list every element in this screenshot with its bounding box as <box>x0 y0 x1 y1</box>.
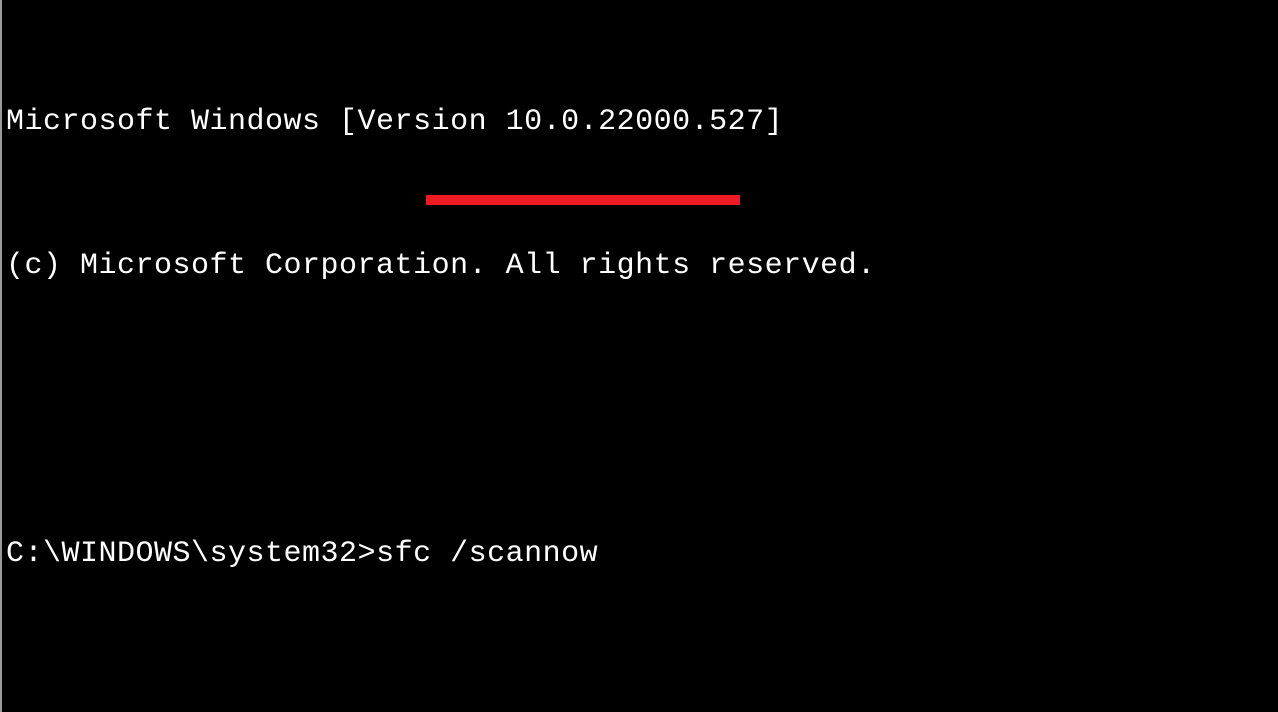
windows-version-line: Microsoft Windows [Version 10.0.22000.52… <box>6 98 1278 146</box>
command-input[interactable]: sfc /scannow <box>376 537 598 571</box>
red-underline-annotation <box>426 195 740 205</box>
terminal-output[interactable]: Microsoft Windows [Version 10.0.22000.52… <box>6 2 1278 626</box>
blank-line <box>6 386 1278 434</box>
command-prompt-line[interactable]: C:\WINDOWS\system32>sfc /scannow <box>6 530 1278 578</box>
prompt-path: C:\WINDOWS\system32> <box>6 537 376 571</box>
copyright-line: (c) Microsoft Corporation. All rights re… <box>6 242 1278 290</box>
